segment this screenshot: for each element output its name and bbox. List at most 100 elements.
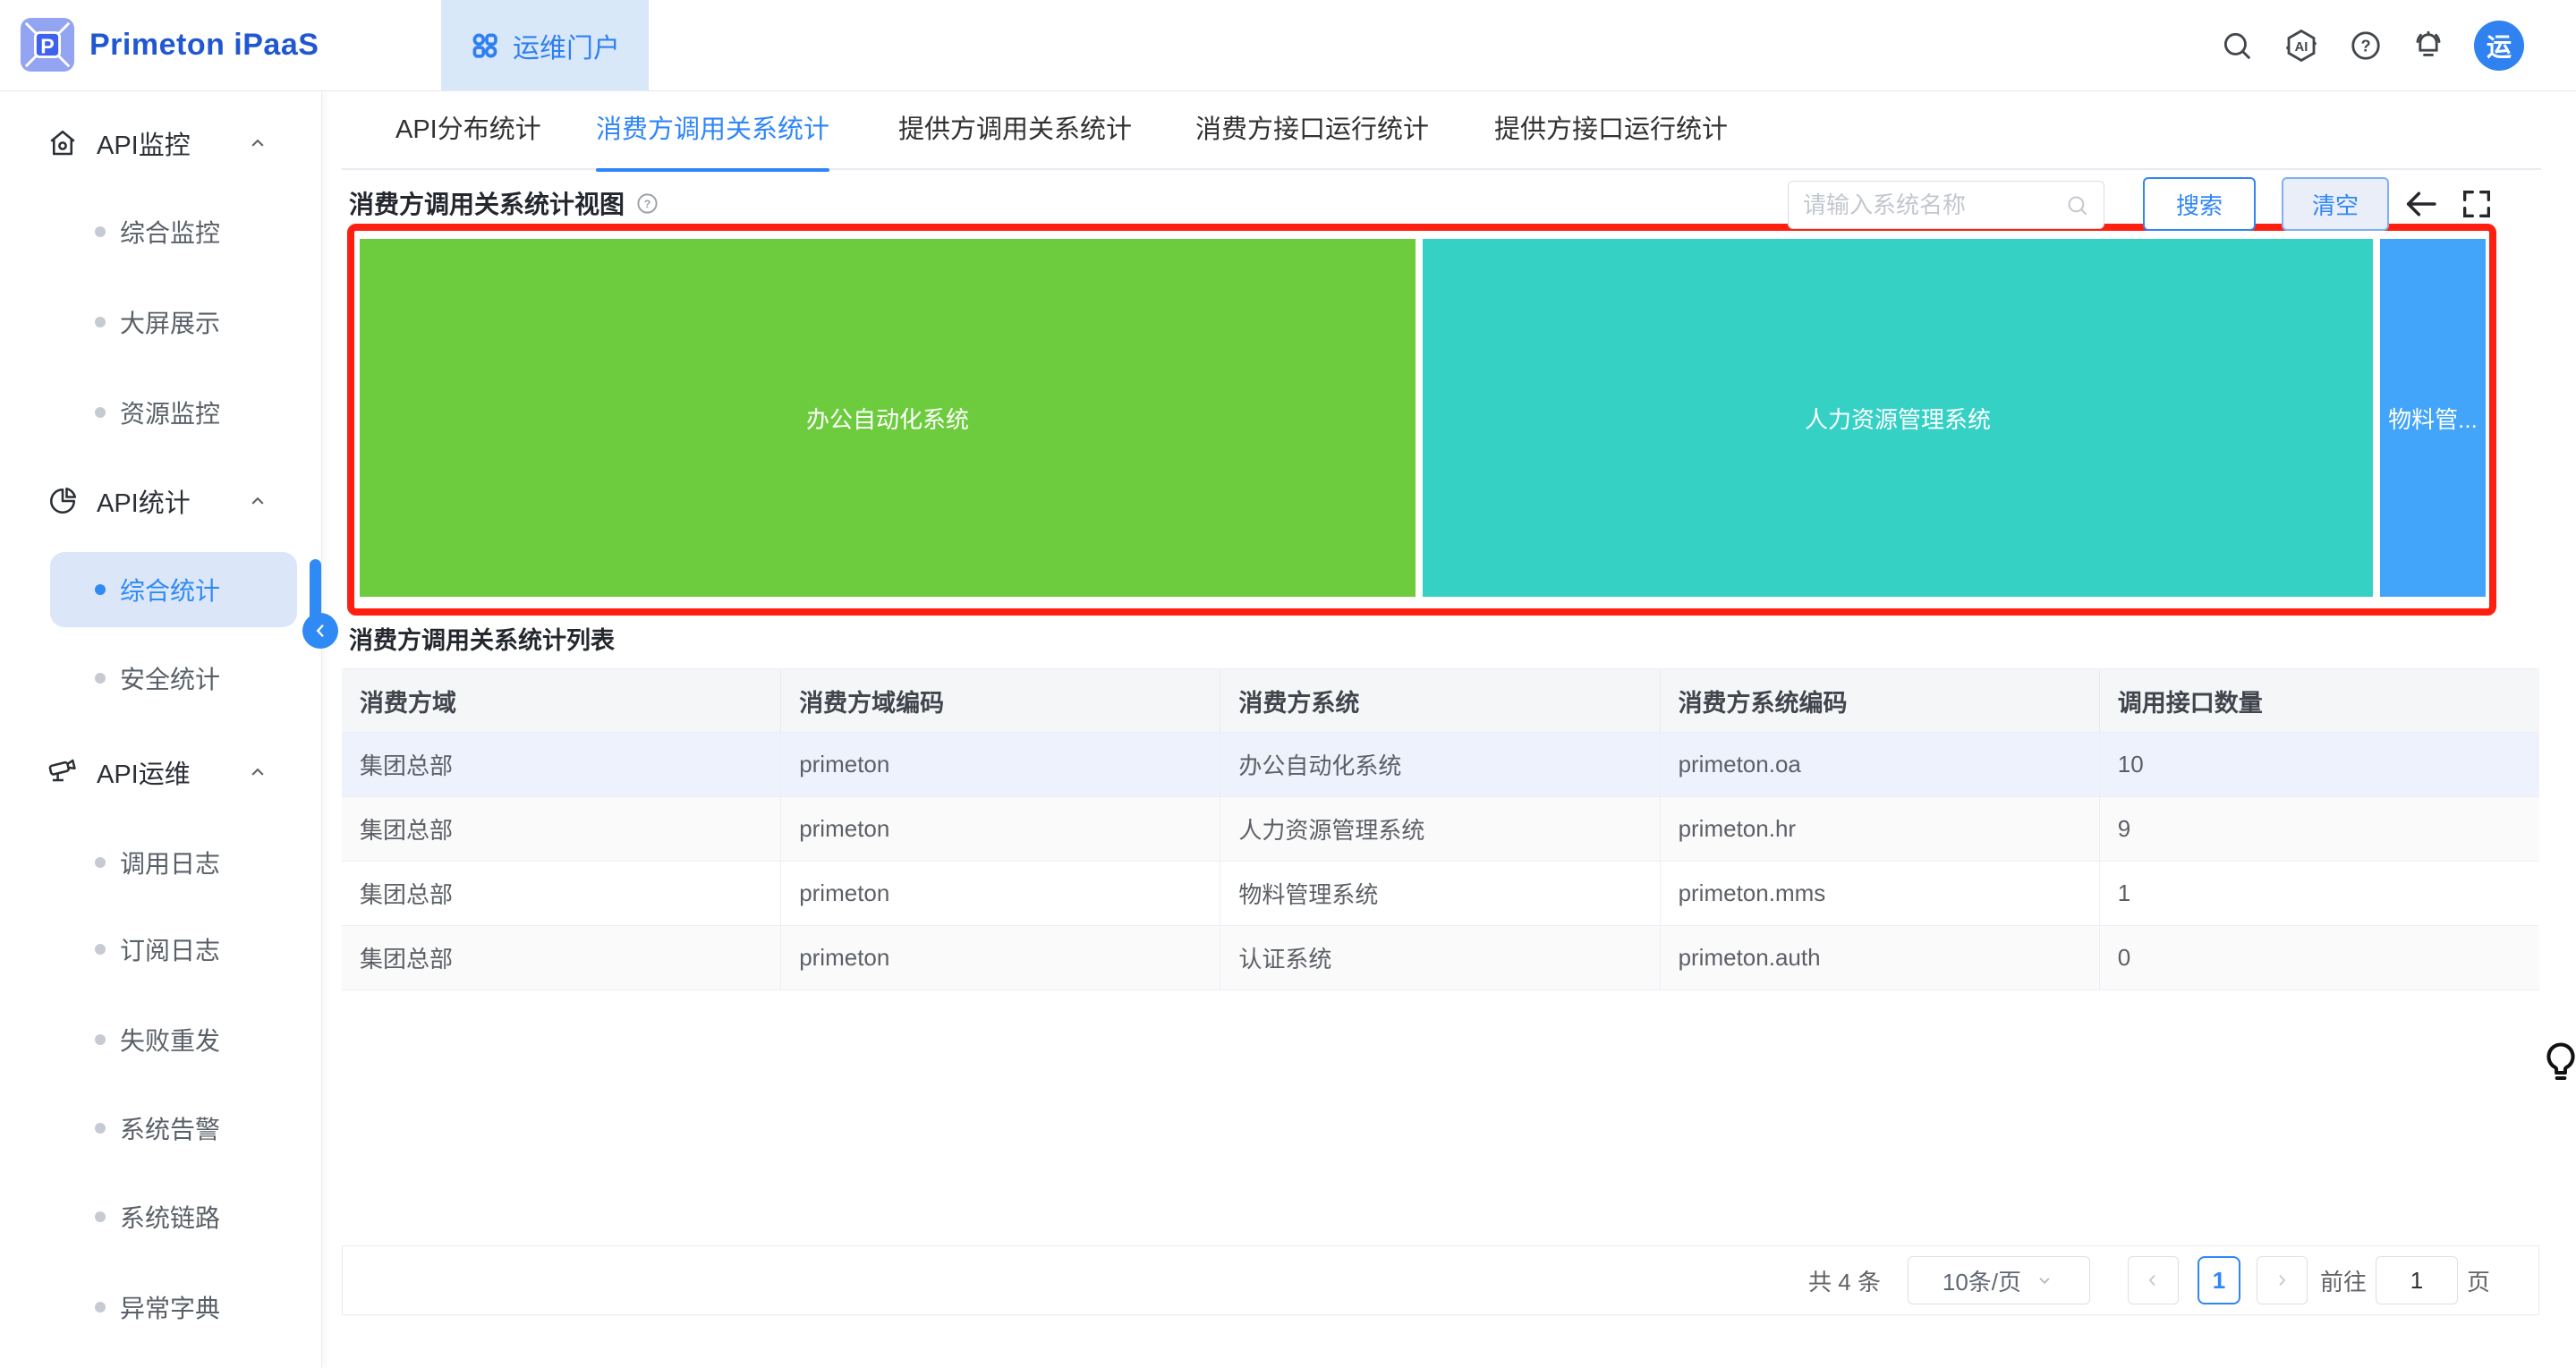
help-icon[interactable]: ? [2349, 29, 2383, 63]
annotation-box: 办公自动化系统 人力资源管理系统 物料管... [347, 224, 2496, 616]
list-title: 消费方调用关系统计列表 [349, 621, 615, 656]
cell: primeton [781, 733, 1220, 796]
fullscreen-button[interactable] [2457, 184, 2496, 224]
table-row[interactable]: 集团总部 primeton 人力资源管理系统 primeton.hr 9 [342, 797, 2539, 862]
sidebar-item-comprehensive-monitor[interactable]: 综合监控 [0, 194, 322, 269]
lightbulb-icon[interactable] [2538, 1038, 2576, 1096]
sidebar-group-api-operations[interactable]: API运维 [0, 735, 322, 810]
bullet-dot [95, 1123, 106, 1134]
pie-chart-icon [47, 485, 79, 517]
portal-tab[interactable]: 运维门户 [441, 0, 649, 90]
table-row[interactable]: 集团总部 primeton 办公自动化系统 primeton.oa 10 [342, 733, 2539, 797]
tab-provider-call-relation[interactable]: 提供方调用关系统计 [898, 91, 1132, 170]
item-label: 大屏展示 [120, 304, 220, 340]
bullet-dot [95, 944, 106, 955]
bullet-dot [95, 1034, 106, 1045]
col-consumer-domain-code: 消费方域编码 [781, 669, 1220, 732]
search-icon[interactable] [2220, 29, 2254, 63]
bullet-dot [95, 317, 106, 327]
table-header-row: 消费方域 消费方域编码 消费方系统 消费方系统编码 调用接口数量 [342, 668, 2539, 733]
app-title: Primeton iPaaS [89, 28, 319, 63]
system-name-search [1788, 181, 2104, 229]
sidebar-group-api-statistics[interactable]: API统计 [0, 463, 322, 539]
bullet-dot [95, 673, 106, 684]
sidebar-item-system-link[interactable]: 系统链路 [0, 1179, 322, 1254]
treemap-label: 人力资源管理系统 [1805, 402, 1991, 435]
sidebar-item-big-screen[interactable]: 大屏展示 [0, 285, 322, 360]
chevron-up-icon [245, 131, 270, 156]
cell: primeton.oa [1661, 733, 2100, 796]
sidebar-item-security-statistics[interactable]: 安全统计 [0, 641, 322, 716]
sidebar: API监控 综合监控 大屏展示 资源监控 API统计 [0, 91, 322, 1368]
search-input[interactable] [1803, 191, 2065, 219]
sidebar-group-api-monitor[interactable]: API监控 [0, 106, 322, 181]
back-arrow-button[interactable] [2402, 184, 2441, 224]
chevron-up-icon [245, 760, 270, 785]
tab-consumer-api-run[interactable]: 消费方接口运行统计 [1195, 91, 1429, 170]
pagination-bar: 共 4 条 10条/页 1 前往 页 [342, 1245, 2539, 1315]
treemap-block-hr[interactable]: 人力资源管理系统 [1423, 239, 2373, 597]
consumer-call-table: 消费方域 消费方域编码 消费方系统 消费方系统编码 调用接口数量 集团总部 pr… [342, 668, 2539, 990]
cell: 办公自动化系统 [1220, 733, 1660, 796]
page: P Primeton iPaaS 运维门户 [0, 0, 2576, 1368]
next-page-button[interactable] [2257, 1256, 2308, 1304]
treemap-label: 物料管... [2388, 402, 2478, 435]
sidebar-item-subscribe-log[interactable]: 订阅日志 [0, 912, 322, 987]
tab-consumer-call-relation[interactable]: 消费方调用关系统计 [596, 91, 829, 170]
cell: 集团总部 [342, 797, 781, 861]
group-label: API运维 [97, 753, 191, 791]
goto-page-input[interactable] [2376, 1256, 2458, 1304]
page-size-select[interactable]: 10条/页 [1908, 1256, 2090, 1304]
table-body: 集团总部 primeton 办公自动化系统 primeton.oa 10 集团总… [342, 733, 2539, 990]
item-label: 调用日志 [120, 845, 220, 880]
sidebar-item-failure-resend[interactable]: 失败重发 [0, 1002, 322, 1077]
group-label: API监控 [97, 124, 191, 162]
sidebar-item-system-alert[interactable]: 系统告警 [0, 1091, 322, 1166]
bell-icon[interactable] [2411, 29, 2445, 63]
title-help-icon[interactable]: ? [635, 191, 659, 216]
svg-text:P: P [40, 35, 55, 58]
bullet-dot [95, 857, 106, 868]
page-number-1[interactable]: 1 [2198, 1256, 2240, 1304]
statistics-tabs: API分布统计 消费方调用关系统计 提供方调用关系统计 消费方接口运行统计 提供… [342, 91, 2541, 170]
col-call-api-count: 调用接口数量 [2100, 669, 2539, 732]
clear-button[interactable]: 清空 [2282, 177, 2389, 231]
col-consumer-system: 消费方系统 [1220, 669, 1660, 732]
cell: primeton [781, 862, 1220, 925]
tab-api-distribution[interactable]: API分布统计 [395, 91, 541, 170]
cell: 集团总部 [342, 733, 781, 796]
sidebar-item-comprehensive-statistics[interactable]: 综合统计 [0, 552, 322, 627]
home-icon [47, 127, 79, 159]
table-row[interactable]: 集团总部 primeton 认证系统 primeton.auth 0 [342, 926, 2539, 990]
portal-tab-label: 运维门户 [513, 26, 620, 65]
view-title: 消费方调用关系统计视图 ? [349, 174, 659, 233]
cell: 集团总部 [342, 926, 781, 990]
total-count: 共 4 条 [1808, 1264, 1881, 1297]
tab-provider-api-run[interactable]: 提供方接口运行统计 [1494, 91, 1728, 170]
treemap-block-oa[interactable]: 办公自动化系统 [360, 239, 1416, 597]
chevron-down-icon [2034, 1270, 2055, 1291]
item-label: 安全统计 [120, 660, 220, 696]
item-label: 资源监控 [120, 395, 220, 430]
camera-icon [47, 756, 79, 788]
ai-assistant-icon[interactable]: AI [2283, 27, 2320, 64]
prev-page-button[interactable] [2128, 1256, 2179, 1304]
treemap-block-mms[interactable]: 物料管... [2380, 239, 2486, 597]
app-logo: P Primeton iPaaS [20, 17, 319, 72]
item-label: 系统告警 [120, 1110, 220, 1146]
chevron-up-icon [245, 489, 270, 514]
cell: primeton [781, 797, 1220, 861]
treemap-label: 办公自动化系统 [806, 402, 969, 435]
sidebar-item-call-log[interactable]: 调用日志 [0, 825, 322, 900]
table-row[interactable]: 集团总部 primeton 物料管理系统 primeton.mms 1 [342, 862, 2539, 926]
bullet-dot [95, 1211, 106, 1222]
cell: 1 [2100, 862, 2539, 925]
sidebar-collapse-toggle[interactable] [302, 613, 338, 649]
item-label: 综合统计 [120, 572, 220, 608]
sidebar-item-exception-dictionary[interactable]: 异常字典 [0, 1270, 322, 1345]
goto-suffix: 页 [2467, 1264, 2490, 1297]
sidebar-item-resource-monitor[interactable]: 资源监控 [0, 375, 322, 450]
search-button[interactable]: 搜索 [2143, 177, 2256, 231]
bullet-dot [95, 407, 106, 418]
user-avatar[interactable]: 运 [2474, 21, 2524, 71]
